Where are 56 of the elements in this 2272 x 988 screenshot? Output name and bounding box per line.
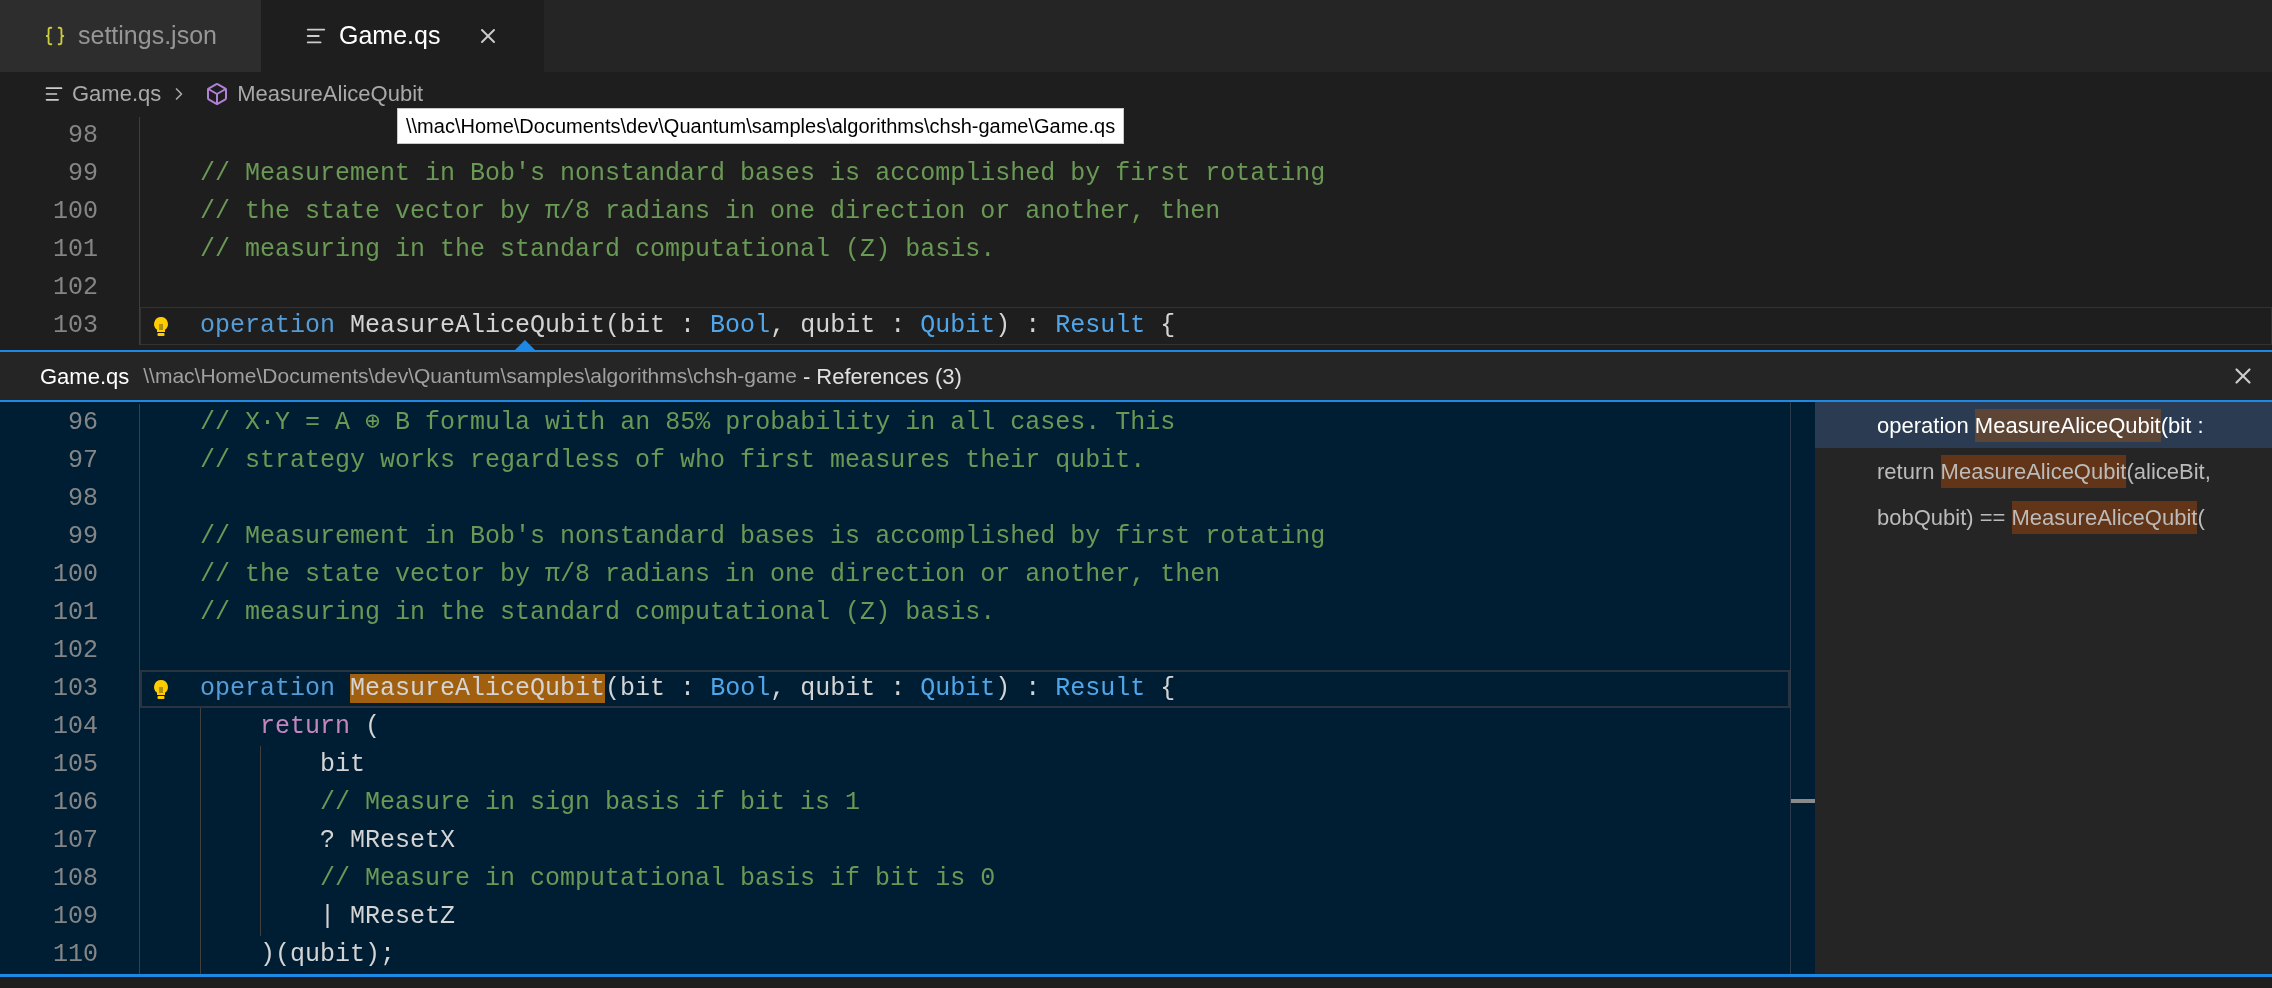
code-line: )(qubit); <box>260 939 396 971</box>
reference-item[interactable]: operation MeasureAliceQubit(bit : <box>1815 402 2272 448</box>
braces-icon <box>44 25 66 47</box>
peek-file-name: Game.qs <box>40 362 130 391</box>
code-line: | MResetZ <box>320 901 456 933</box>
line-number: 102 <box>52 272 98 304</box>
tab[interactable]: settings.json <box>0 0 261 72</box>
line-number: 107 <box>52 825 98 857</box>
line-number: 101 <box>52 597 98 629</box>
code-line: // X·Y = A ⊕ B formula with an 85% probability in all cases. This <box>200 407 1176 439</box>
overview-ruler-mark <box>1791 799 1815 803</box>
line-number: 96 <box>67 407 98 439</box>
reference-item[interactable]: bobQubit) == MeasureAliceQubit( <box>1815 494 2272 540</box>
cube-icon <box>205 81 230 106</box>
code-line: // Measure in computational basis if bit is 0 <box>320 863 996 895</box>
line-number: 106 <box>52 787 98 819</box>
code-line: bit <box>320 749 366 781</box>
code-line: // measuring in the standard computational (Z) basis. <box>200 597 996 629</box>
lightbulb-icon[interactable] <box>152 316 170 338</box>
code-line: ? MResetX <box>320 825 456 857</box>
line-number: 99 <box>67 158 98 190</box>
code-line: // Measurement in Bob's nonstandard bases is accomplished by first rotating <box>200 158 1326 190</box>
tooltip: \\mac\Home\Documents\dev\Quantum\samples\algorithms\chsh-game\Game.qs <box>397 108 1125 144</box>
line-number: 102 <box>52 635 98 667</box>
code-line: operation MeasureAliceQubit(bit : Bool, qubit : Qubit) : Result { <box>200 673 1176 705</box>
line-number: 105 <box>52 749 98 781</box>
line-number: 108 <box>52 863 98 895</box>
line-number: 98 <box>67 483 98 515</box>
tab[interactable]: Game.qs <box>260 0 545 72</box>
code-line: // the state vector by π/8 radians in one direction or another, then <box>200 559 1221 591</box>
code-line: // measuring in the standard computational (Z) basis. <box>200 234 996 266</box>
peek-title: - References (3) <box>802 362 962 391</box>
tab-label: settings.json <box>78 20 217 52</box>
code-line: operation MeasureAliceQubit(bit : Bool, qubit : Qubit) : Result { <box>200 310 1176 342</box>
peek-path: \\mac\Home\Documents\dev\Quantum\samples\algorithms\chsh-game <box>143 363 797 390</box>
code-line: return ( <box>260 711 381 743</box>
line-number: 100 <box>52 559 98 591</box>
line-number: 100 <box>52 196 98 228</box>
code-line: // Measure in sign basis if bit is 1 <box>320 787 861 819</box>
line-number: 109 <box>52 901 98 933</box>
line-number: 110 <box>52 939 98 971</box>
line-number: 103 <box>52 673 98 705</box>
breadcrumb-item[interactable]: Game.qs <box>72 77 162 110</box>
line-number: 97 <box>67 445 98 477</box>
line-number: 99 <box>67 521 98 553</box>
line-number: 101 <box>52 234 98 266</box>
reference-item[interactable]: return MeasureAliceQubit(aliceBit, <box>1815 448 2272 494</box>
line-number: 103 <box>52 310 98 342</box>
code-line: // strategy works regardless of who first measures their qubit. <box>200 445 1146 477</box>
code-line: // Measurement in Bob's nonstandard bases is accomplished by first rotating <box>200 521 1326 553</box>
tab-label: Game.qs <box>338 20 441 52</box>
lightbulb-icon[interactable] <box>152 679 170 701</box>
breadcrumb-item[interactable]: MeasureAliceQubit <box>237 77 424 110</box>
code-line: // the state vector by π/8 radians in one direction or another, then <box>200 196 1221 228</box>
line-number: 98 <box>67 120 98 152</box>
line-number: 104 <box>52 711 98 743</box>
